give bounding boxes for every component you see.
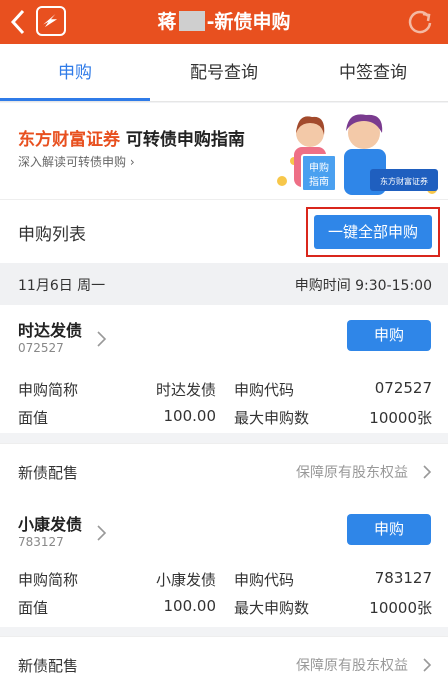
chevron-right-icon xyxy=(423,465,432,479)
subscribe-button[interactable]: 申购 xyxy=(347,514,431,545)
new-bond-allotment-row[interactable]: 新债配售 保障原有股东权益 xyxy=(0,636,448,683)
subscribe-list-header: 申购列表 一键全部申购 xyxy=(0,199,448,263)
info-label: 面值 xyxy=(18,599,49,617)
info-value: 072527 xyxy=(374,379,432,397)
banner-subtitle: 深入解读可转债申购 › xyxy=(18,153,135,170)
subscribe-time: 申购时间 9:30-15:00 xyxy=(294,278,432,294)
info-value: 时达发债 xyxy=(155,381,216,399)
tab-winning-query[interactable]: 中签查询 xyxy=(298,44,448,102)
bond-name[interactable]: 时达发债 xyxy=(18,317,82,341)
bond-info-row: 申购简称 小康发债 申购代码 783127 xyxy=(18,569,432,591)
bond-card: 时达发债 072527 申购 申购简称 时达发债 申购代码 072527 面值 … xyxy=(0,305,448,433)
redacted-mask xyxy=(178,11,205,31)
info-value: 10000张 xyxy=(369,599,432,617)
bond-info-row: 面值 100.00 最大申购数 10000张 xyxy=(18,597,432,619)
subscribe-list-title: 申购列表 xyxy=(18,225,86,245)
info-value: 10000张 xyxy=(369,409,432,427)
banner-sign-text-1: 申购 xyxy=(309,161,329,174)
info-value: 100.00 xyxy=(163,407,217,425)
info-label: 申购代码 xyxy=(234,381,295,399)
allotment-value: 保障原有股东权益 xyxy=(296,465,408,481)
chevron-right-icon[interactable] xyxy=(96,523,108,543)
subscribe-button[interactable]: 申购 xyxy=(347,320,431,351)
info-label: 最大申购数 xyxy=(234,409,310,427)
info-value: 783127 xyxy=(374,569,432,587)
info-label: 申购简称 xyxy=(18,571,79,589)
page-title: 蒋 -新债申购 xyxy=(0,0,448,44)
info-value: 小康发债 xyxy=(155,571,216,589)
banner-illustration: 申购 指南 东方财富证券 xyxy=(277,114,438,195)
banner-subtitle-text: 深入解读可转债申购 xyxy=(18,155,127,169)
allotment-value: 保障原有股东权益 xyxy=(296,658,408,674)
info-label: 申购简称 xyxy=(18,381,79,399)
one-click-subscribe-all-button[interactable]: 一键全部申购 xyxy=(314,215,432,249)
page-title-prefix: 蒋 xyxy=(157,11,177,33)
bond-card: 小康发债 783127 申购 申购简称 小康发债 申购代码 783127 面值 … xyxy=(0,499,448,627)
guide-banner[interactable]: 东方财富证券 可转债申购指南 深入解读可转债申购 › 申购 指南 东方财富证券 xyxy=(0,103,448,199)
page-title-suffix: -新债申购 xyxy=(206,11,291,33)
banner-brand: 东方财富证券 xyxy=(18,130,120,150)
bond-code: 072527 xyxy=(18,341,64,355)
info-value: 100.00 xyxy=(163,597,217,615)
top-bar: 蒋 -新债申购 xyxy=(0,0,448,44)
tab-subscribe[interactable]: 申购 xyxy=(0,44,150,102)
allotment-label: 新债配售 xyxy=(18,464,79,482)
chevron-right-icon[interactable] xyxy=(96,329,108,349)
active-tab-indicator xyxy=(0,98,150,101)
info-label: 面值 xyxy=(18,409,49,427)
tab-bar: 申购 配号查询 中签查询 xyxy=(0,44,448,102)
bond-info-row: 申购简称 时达发债 申购代码 072527 xyxy=(18,379,432,401)
info-label: 最大申购数 xyxy=(234,599,310,617)
chevron-right-icon xyxy=(423,658,432,672)
one-click-highlight: 一键全部申购 xyxy=(306,207,440,257)
tab-allotment-query[interactable]: 配号查询 xyxy=(149,44,299,102)
bond-name[interactable]: 小康发债 xyxy=(18,511,82,535)
chevron-right-icon: › xyxy=(129,155,135,169)
allotment-label: 新债配售 xyxy=(18,657,79,675)
new-bond-allotment-row[interactable]: 新债配售 保障原有股东权益 xyxy=(0,443,448,499)
info-label: 申购代码 xyxy=(234,571,295,589)
bond-info-row: 面值 100.00 最大申购数 10000张 xyxy=(18,407,432,429)
banner-board-text: 东方财富证券 xyxy=(380,176,428,186)
date-row: 11月6日 周一 申购时间 9:30-15:00 xyxy=(0,263,448,305)
banner-title-text: 可转债申购指南 xyxy=(120,130,245,150)
subscribe-date: 11月6日 周一 xyxy=(18,278,106,294)
refresh-icon[interactable] xyxy=(406,8,434,36)
banner-title: 东方财富证券 可转债申购指南 xyxy=(18,125,245,150)
bond-code: 783127 xyxy=(18,535,64,549)
banner-sign-text-2: 指南 xyxy=(309,175,329,188)
